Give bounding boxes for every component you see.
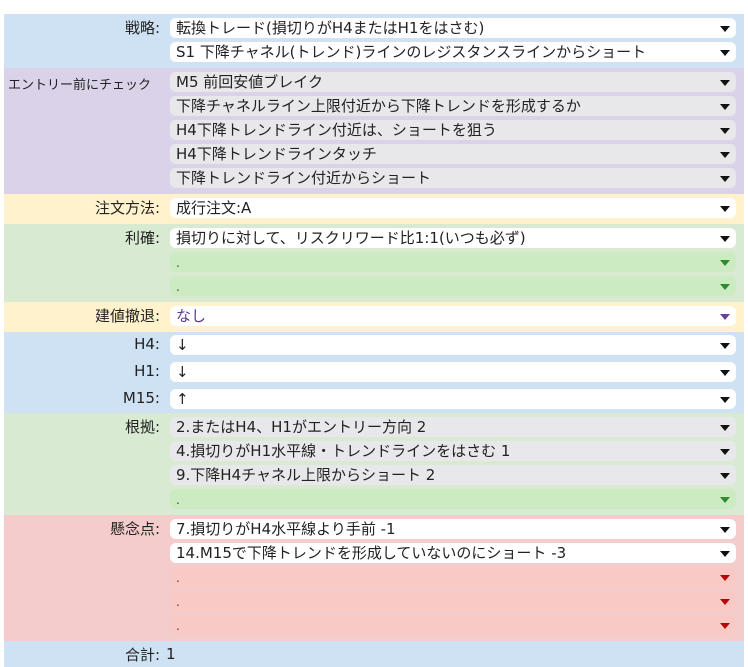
reasons-label: 根拠: <box>124 418 160 436</box>
dropdown-arrow-icon <box>720 599 730 605</box>
total-value: 1 <box>166 645 176 663</box>
strategy-section: 戦略: 転換トレード(損切りがH4またはH1をはさむ) S1 下降チャネル(トレ… <box>4 14 744 68</box>
h4-select[interactable]: ↓ <box>170 335 736 355</box>
trade-checklist-sheet: 戦略: 転換トレード(損切りがH4またはH1をはさむ) S1 下降チャネル(トレ… <box>4 14 744 667</box>
entry-check-select-5[interactable]: 下降トレンドライン付近からショート <box>170 168 736 188</box>
take-profit-select-3[interactable]: . <box>170 276 736 296</box>
dropdown-arrow-icon <box>720 80 730 86</box>
dropdown-arrow-icon <box>720 527 730 533</box>
concern-select-1[interactable]: 7.損切りがH4水平線より手前 -1 <box>170 519 736 539</box>
dropdown-arrow-icon <box>720 260 730 266</box>
dropdown-arrow-icon <box>720 128 730 134</box>
strategy-select-2[interactable]: S1 下降チャネル(トレンド)ラインのレジスタンスラインからショート <box>170 42 736 62</box>
h1-select[interactable]: ↓ <box>170 362 736 382</box>
concerns-section: 懸念点: 7.損切りがH4水平線より手前 -1 14.M15で下降トレンドを形成… <box>4 515 744 641</box>
h1-section: H1: ↓ <box>4 359 744 386</box>
h4-section: H4: ↓ <box>4 332 744 359</box>
reason-select-1[interactable]: 2.またはH4、H1がエントリー方向 2 <box>170 417 736 437</box>
breakeven-exit-select[interactable]: なし <box>170 306 736 326</box>
reason-select-2[interactable]: 4.損切りがH1水平線・トレンドラインをはさむ 1 <box>170 441 736 461</box>
order-method-section: 注文方法: 成行注文:A <box>4 194 744 224</box>
breakeven-exit-section: 建値撤退: なし <box>4 302 744 332</box>
dropdown-arrow-icon <box>720 236 730 242</box>
dropdown-arrow-icon <box>720 104 730 110</box>
dropdown-arrow-icon <box>720 206 730 212</box>
strategy-select-1[interactable]: 転換トレード(損切りがH4またはH1をはさむ) <box>170 18 736 38</box>
reason-select-3[interactable]: 9.下降H4チャネル上限からショート 2 <box>170 465 736 485</box>
breakeven-exit-label: 建値撤退: <box>94 307 160 325</box>
reason-select-4[interactable]: . <box>170 489 736 509</box>
dropdown-arrow-icon <box>720 343 730 349</box>
reasons-section: 根拠: 2.またはH4、H1がエントリー方向 2 4.損切りがH1水平線・トレン… <box>4 413 744 515</box>
dropdown-arrow-icon <box>720 152 730 158</box>
order-method-label: 注文方法: <box>94 199 160 217</box>
dropdown-arrow-icon <box>720 551 730 557</box>
take-profit-section: 利確: 損切りに対して、リスクリワード比1:1(いつも必ず) . . <box>4 224 744 302</box>
dropdown-arrow-icon <box>720 449 730 455</box>
strategy-label: 戦略: <box>124 19 160 37</box>
take-profit-label: 利確: <box>124 229 160 247</box>
order-method-select[interactable]: 成行注文:A <box>170 198 736 218</box>
dropdown-arrow-icon <box>720 623 730 629</box>
dropdown-arrow-icon <box>720 397 730 403</box>
h4-label: H4: <box>134 335 160 353</box>
concern-select-2[interactable]: 14.M15で下降トレンドを形成していないのにショート -3 <box>170 543 736 563</box>
total-section: 合計: 1 <box>4 641 744 667</box>
h1-label: H1: <box>134 362 160 380</box>
dropdown-arrow-icon <box>720 26 730 32</box>
total-label: 合計: <box>124 645 160 664</box>
m15-label: M15: <box>122 389 160 407</box>
dropdown-arrow-icon <box>720 497 730 503</box>
concern-select-5[interactable]: . <box>170 615 736 635</box>
concern-select-3[interactable]: . <box>170 567 736 587</box>
entry-check-label: エントリー前にチェック <box>8 78 152 93</box>
entry-check-select-3[interactable]: H4下降トレンドライン付近は、ショートを狙う <box>170 120 736 140</box>
dropdown-arrow-icon <box>720 370 730 376</box>
dropdown-arrow-icon <box>720 50 730 56</box>
concerns-label: 懸念点: <box>109 520 160 538</box>
dropdown-arrow-icon <box>720 176 730 182</box>
dropdown-arrow-icon <box>720 473 730 479</box>
take-profit-select-1[interactable]: 損切りに対して、リスクリワード比1:1(いつも必ず) <box>170 228 736 248</box>
m15-select[interactable]: ↑ <box>170 389 736 409</box>
concern-select-4[interactable]: . <box>170 591 736 611</box>
dropdown-arrow-icon <box>720 314 730 320</box>
m15-section: M15: ↑ <box>4 386 744 413</box>
entry-check-select-2[interactable]: 下降チャネルライン上限付近から下降トレンドを形成するか <box>170 96 736 116</box>
entry-check-section: エントリー前にチェック M5 前回安値ブレイク 下降チャネルライン上限付近から下… <box>4 68 744 194</box>
entry-check-select-4[interactable]: H4下降トレンドラインタッチ <box>170 144 736 164</box>
entry-check-select-1[interactable]: M5 前回安値ブレイク <box>170 72 736 92</box>
take-profit-select-2[interactable]: . <box>170 252 736 272</box>
dropdown-arrow-icon <box>720 575 730 581</box>
dropdown-arrow-icon <box>720 425 730 431</box>
dropdown-arrow-icon <box>720 284 730 290</box>
